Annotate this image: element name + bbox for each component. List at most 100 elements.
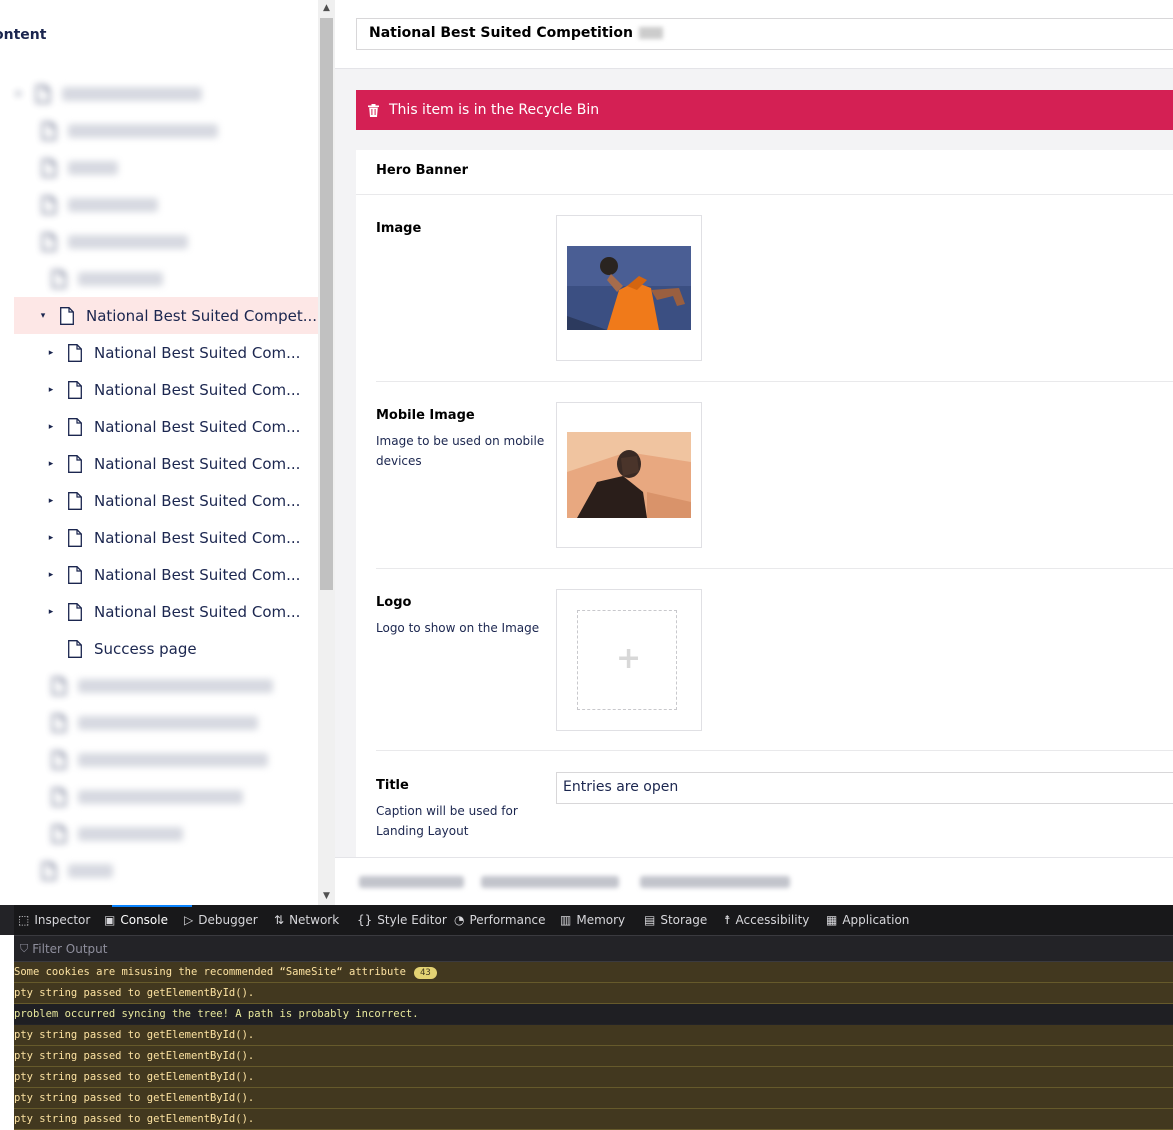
console-warning-line[interactable]: pty string passed to getElementById(). <box>14 1109 1173 1130</box>
breadcrumb-item[interactable] <box>640 876 790 888</box>
document-icon <box>36 84 50 103</box>
caret-right-icon[interactable]: ▸ <box>46 422 56 432</box>
tree-node[interactable] <box>20 186 318 223</box>
devtools-tab-style-editor[interactable]: {} Style Editor <box>357 905 447 935</box>
tree-node[interactable]: ▸ National Best Suited Com... <box>46 556 318 593</box>
tree-node[interactable]: ▸ National Best Suited Com... <box>46 445 318 482</box>
tree-node-label: National Best Suited Com... <box>94 380 301 399</box>
tree-node[interactable] <box>30 741 318 778</box>
scroll-down-icon[interactable]: ▼ <box>318 888 335 905</box>
node-name-field[interactable]: National Best Suited Competition <box>356 18 1173 50</box>
tree-node[interactable] <box>30 260 318 297</box>
console-warning-line[interactable]: pty string passed to getElementById(). <box>14 1046 1173 1067</box>
caret-right-icon[interactable]: ▸ <box>46 607 56 617</box>
repeat-count-badge: 43 <box>413 967 437 979</box>
devtools-panel: ⬚ Inspector ▣ Console ▷ Debugger ⇅ Network {} Sty… <box>0 905 1173 1130</box>
devtools-tab-performance[interactable]: ◔ Performance <box>454 905 546 935</box>
blurred-name-suffix <box>638 27 663 39</box>
node-name-text: National Best Suited Competition <box>369 25 633 41</box>
tree-node[interactable]: ▸ National Best Suited Com... <box>46 593 318 630</box>
devtools-tab-network[interactable]: ⇅ Network <box>274 905 339 935</box>
document-icon <box>68 343 82 362</box>
devtools-tab-memory[interactable]: ▥ Memory <box>560 905 625 935</box>
tree-node[interactable] <box>20 852 318 889</box>
document-icon <box>68 380 82 399</box>
scrollbar-thumb[interactable] <box>320 18 333 590</box>
console-warning-line[interactable]: Some cookies are misusing the recommende… <box>14 962 1173 983</box>
logo-picker[interactable]: + <box>556 589 702 731</box>
tree-node[interactable]: ▸ National Best Suited Com... <box>46 519 318 556</box>
filter-placeholder[interactable]: Filter Output <box>32 942 107 956</box>
mobile-image-label: Mobile Image <box>376 408 475 423</box>
trash-icon <box>368 103 379 117</box>
devtools-tab-debugger[interactable]: ▷ Debugger <box>184 905 258 935</box>
tree-node-label: National Best Suited Com... <box>94 565 301 584</box>
console-warning-line[interactable]: pty string passed to getElementById(). <box>14 1088 1173 1109</box>
caret-right-icon[interactable]: ▸ <box>46 385 56 395</box>
divider <box>376 381 1173 382</box>
blurred-node-label <box>68 123 218 138</box>
image-picker[interactable] <box>556 215 702 361</box>
mobile-image-thumbnail[interactable] <box>567 432 691 518</box>
mobile-image-picker[interactable] <box>556 402 702 548</box>
console-warning-line[interactable]: pty string passed to getElementById(). <box>14 1067 1173 1088</box>
devtools-tab-accessibility[interactable]: ☨ Accessibility <box>724 905 809 935</box>
devtools-tab-label: Inspector <box>34 913 91 927</box>
tree-node[interactable] <box>30 704 318 741</box>
title-label: Title <box>376 778 409 793</box>
caret-right-icon[interactable]: ▸ <box>46 570 56 580</box>
blurred-node-label <box>78 826 183 841</box>
tree-node[interactable] <box>20 112 318 149</box>
devtools-tab-application[interactable]: ▦ Application <box>826 905 909 935</box>
filter-output-bar[interactable]: ⛉ Filter Output <box>14 936 1173 962</box>
plus-icon: + <box>616 641 642 676</box>
scroll-up-icon[interactable]: ▲ <box>318 0 335 17</box>
console-error-line[interactable]: problem occurred syncing the tree! A pat… <box>14 1004 1173 1024</box>
breadcrumb-item[interactable] <box>481 876 619 888</box>
caret-right-icon[interactable]: ▸ <box>46 348 56 358</box>
tree-node[interactable]: ▾ National Best Suited Compet... <box>14 297 318 334</box>
tree-node-label: Success page <box>94 639 197 658</box>
tree-node[interactable] <box>20 223 318 260</box>
tree-node-label: National Best Suited Com... <box>94 343 301 362</box>
logo-label: Logo <box>376 595 412 610</box>
caret-right-icon[interactable]: ▸ <box>46 459 56 469</box>
image-thumbnail[interactable] <box>567 246 691 330</box>
caret-right-icon[interactable]: ▸ <box>14 89 24 99</box>
devtools-tab-console[interactable]: ▣ Console <box>104 905 168 935</box>
tree-node[interactable]: ▸ National Best Suited Com... <box>46 371 318 408</box>
tree-node[interactable] <box>30 815 318 852</box>
devtools-tab-label: Console <box>120 913 168 927</box>
tree-node-label: National Best Suited Com... <box>94 602 301 621</box>
content-editor: National Best Suited Competition This it… <box>335 0 1173 905</box>
devtools-tab-inspector[interactable]: ⬚ Inspector <box>18 905 90 935</box>
console-warning-line[interactable]: pty string passed to getElementById(). <box>14 1025 1173 1046</box>
tree-node[interactable]: ▸ National Best Suited Com... <box>46 482 318 519</box>
document-icon <box>52 824 66 843</box>
tree-node[interactable] <box>30 667 318 704</box>
document-icon <box>52 750 66 769</box>
blurred-node-label <box>78 678 273 693</box>
console-message: problem occurred syncing the tree! A pat… <box>14 1008 419 1020</box>
add-logo-button[interactable]: + <box>577 610 677 710</box>
memory-icon: ▥ <box>560 913 572 927</box>
tree-node[interactable]: ▸ <box>14 75 318 112</box>
breadcrumb-item[interactable] <box>359 876 464 888</box>
title-input[interactable]: Entries are open <box>556 772 1173 804</box>
image-label: Image <box>376 221 422 236</box>
tree-node[interactable]: ▸ National Best Suited Com... <box>46 334 318 371</box>
console-warning-line[interactable]: pty string passed to getElementById(). <box>14 983 1173 1004</box>
blurred-node-label <box>78 752 268 767</box>
tree-node[interactable] <box>30 778 318 815</box>
tree-scrollbar[interactable]: ▲ ▼ <box>318 0 335 905</box>
network-icon: ⇅ <box>274 913 285 927</box>
caret-right-icon[interactable]: ▸ <box>46 496 56 506</box>
caret-right-icon[interactable]: ▸ <box>46 533 56 543</box>
tree-node[interactable]: Success page <box>46 630 318 667</box>
storage-icon: ▤ <box>644 913 656 927</box>
tree-node[interactable] <box>20 149 318 186</box>
tree-node[interactable]: ▸ National Best Suited Com... <box>46 408 318 445</box>
logo-description: Logo to show on the Image <box>376 621 540 635</box>
caret-down-icon[interactable]: ▾ <box>38 311 48 321</box>
devtools-tab-storage[interactable]: ▤ Storage <box>644 905 707 935</box>
